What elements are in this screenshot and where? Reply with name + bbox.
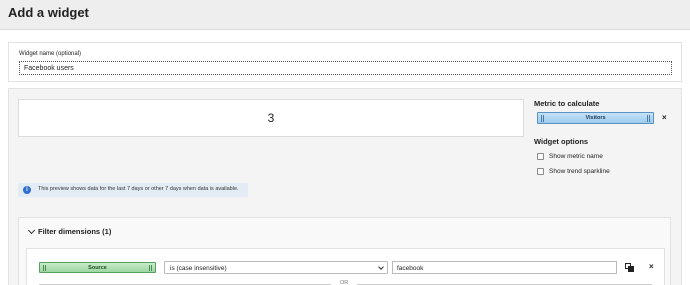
drag-handle-icon[interactable] — [149, 265, 152, 271]
metric-section-title: Metric to calculate — [534, 99, 600, 108]
duplicate-filter-icon[interactable] — [625, 263, 634, 272]
page-title: Add a widget — [8, 5, 89, 20]
show-trend-sparkline-label: Show trend sparkline — [549, 168, 610, 175]
chevron-down-icon — [27, 226, 36, 235]
operator-select-label: is (case insensitive) — [170, 265, 227, 272]
filter-row: Source is (case insensitive) facebook × … — [26, 248, 665, 285]
filter-value-input[interactable]: facebook — [392, 261, 617, 274]
info-icon: i — [23, 186, 31, 194]
filter-dimensions-title: Filter dimensions (1) — [38, 227, 112, 236]
filter-dimensions-panel: Filter dimensions (1) Source is (case in… — [18, 217, 671, 285]
remove-metric-button[interactable]: × — [662, 114, 667, 122]
show-metric-name-label: Show metric name — [549, 153, 603, 160]
chevron-down-icon — [378, 264, 384, 270]
preview-value: 3 — [267, 111, 275, 125]
show-metric-name-checkbox[interactable] — [537, 153, 544, 160]
page-header: Add a widget — [0, 0, 690, 30]
metric-select[interactable]: Visitors — [537, 112, 654, 124]
widget-name-panel: Widget name (optional) Facebook users — [8, 42, 682, 82]
widget-name-input[interactable]: Facebook users — [19, 61, 672, 75]
widget-options-title: Widget options — [534, 137, 589, 146]
show-trend-sparkline-checkbox[interactable] — [537, 168, 544, 175]
widget-preview: 3 — [18, 99, 524, 137]
preview-info-text: This preview shows data for the last 7 d… — [38, 186, 239, 192]
widget-name-label: Widget name (optional) — [19, 51, 82, 57]
operator-select[interactable]: is (case insensitive) — [164, 261, 388, 274]
remove-filter-button[interactable]: × — [649, 263, 654, 271]
drag-handle-icon[interactable] — [647, 115, 650, 122]
preview-info-notice: i This preview shows data for the last 7… — [18, 183, 248, 197]
or-divider-label: OR — [340, 280, 349, 285]
filter-dimensions-toggle[interactable]: Filter dimensions (1) — [19, 218, 670, 244]
metric-select-label: Visitors — [585, 115, 606, 121]
dimension-select[interactable]: Source — [39, 262, 156, 273]
dimension-select-label: Source — [88, 264, 107, 271]
